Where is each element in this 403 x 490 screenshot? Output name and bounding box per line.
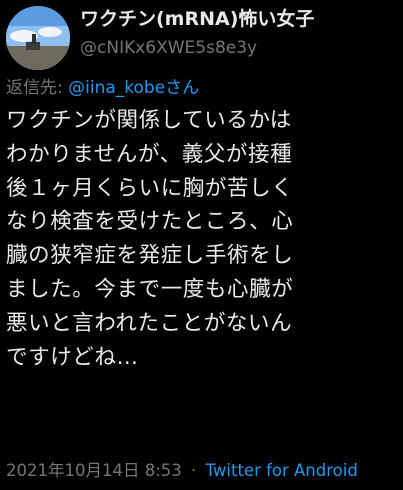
tweet-text-line: なり検査を受けたところ、心 [6, 209, 294, 235]
user-display-name[interactable]: ワクチン(mRNA)怖い女子 [80, 6, 397, 32]
tweet-detail: ワクチン(mRNA)怖い女子 @cNIKx6XWE5s8e3y 返信先: @ii… [0, 0, 403, 490]
tweet-time[interactable]: 8:53 [145, 461, 182, 480]
avatar-image [6, 6, 70, 70]
tweet-text-line: ですけどね… [6, 344, 139, 370]
tweet-source-link[interactable]: Twitter for Android [206, 461, 358, 480]
tweet-text-line: 悪いと言われたことがないん [6, 310, 293, 336]
tweet-text-line: 後１ヶ月くらいに胸が苦しく [6, 175, 294, 201]
reply-to-label: 返信先: [6, 78, 69, 98]
tweet-text-line: ワクチンが関係しているかは [6, 108, 292, 133]
reply-mention-link[interactable]: @iina_kobeさん [68, 78, 199, 98]
reply-to-line: 返信先: @iina_kobeさん [6, 76, 199, 100]
tweet-date[interactable]: 2021年10月14日 [6, 461, 139, 480]
tweet-header: ワクチン(mRNA)怖い女子 @cNIKx6XWE5s8e3y [80, 6, 397, 60]
tweet-text: ワクチンが関係しているかは わかりませんが、義父が接種 後１ヶ月くらいに胸が苦し… [6, 104, 402, 374]
tweet-text-line: 臓の狭窄症を発症し手術をし [6, 243, 294, 269]
tweet-text-line: ました。今まで一度も心臓が [6, 276, 294, 302]
meta-separator: · [191, 461, 197, 480]
tweet-text-line: わかりませんが、義父が接種 [6, 141, 293, 167]
tweet-metadata: 2021年10月14日 8:53 · Twitter for Android [6, 459, 358, 483]
avatar[interactable] [6, 6, 70, 70]
user-handle[interactable]: @cNIKx6XWE5s8e3y [80, 36, 397, 60]
